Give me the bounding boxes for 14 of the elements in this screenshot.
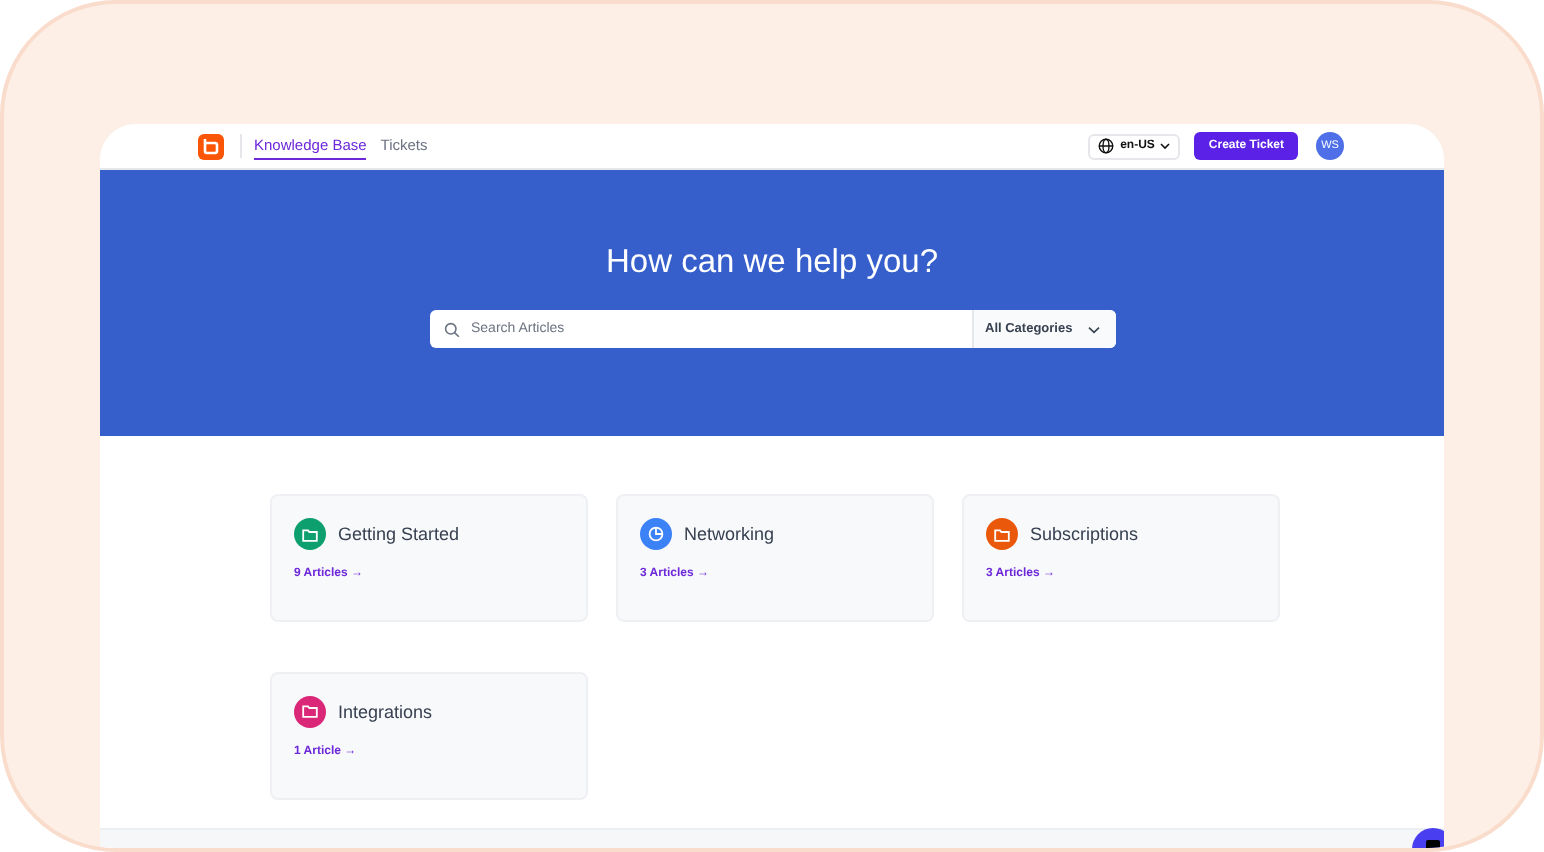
search-icon (443, 321, 459, 337)
folder-icon (302, 704, 318, 718)
category-title: Subscriptions (1030, 524, 1139, 544)
globe-icon (1098, 138, 1115, 154)
pie-chart-icon (648, 526, 664, 542)
chevron-down-icon (1160, 142, 1171, 150)
chevron-down-icon (1087, 325, 1099, 333)
folder-icon (302, 527, 318, 541)
category-title: Getting Started (338, 524, 460, 544)
logo-icon[interactable] (198, 133, 224, 159)
category-title: Integrations (338, 701, 433, 721)
category-title: Networking (684, 524, 775, 544)
folder-icon (994, 527, 1010, 541)
hero-title: How can we help you? (605, 244, 938, 284)
